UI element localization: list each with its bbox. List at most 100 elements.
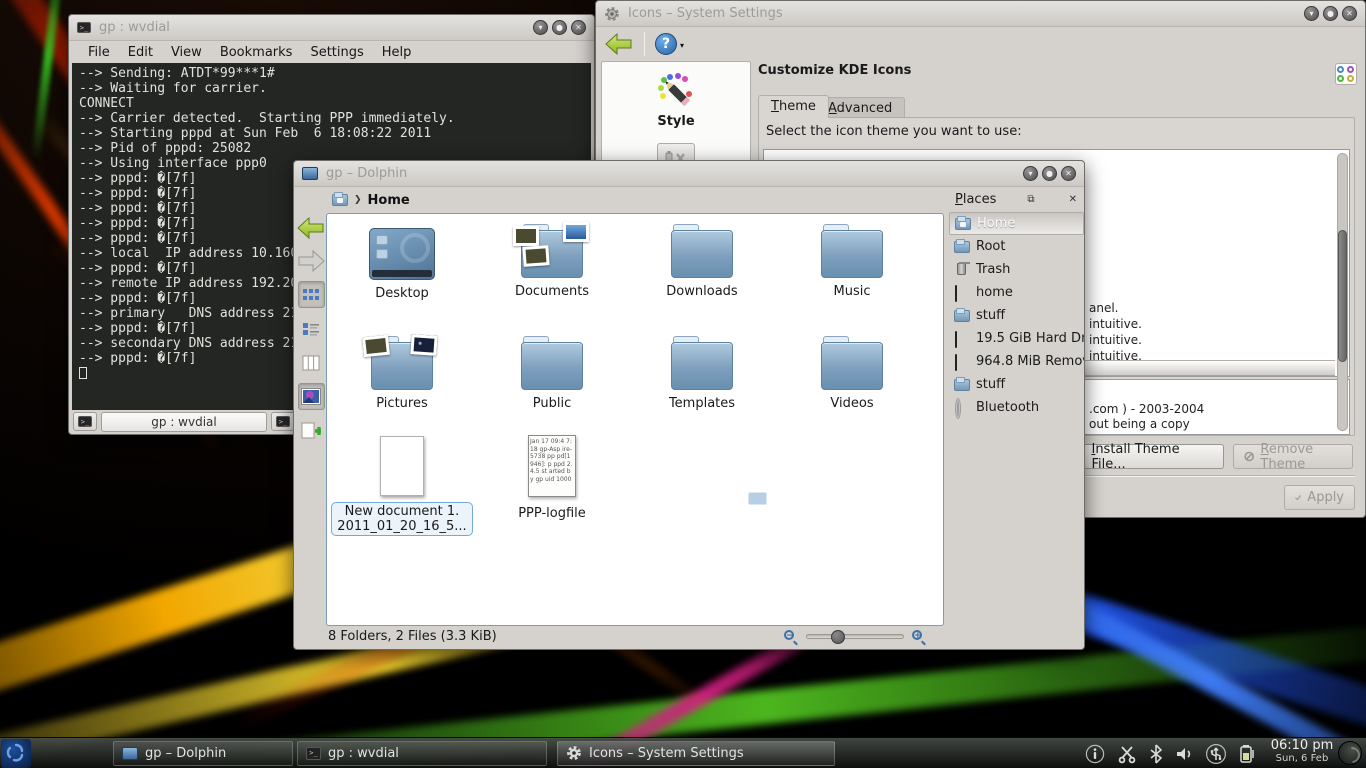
- split-tab-button[interactable]: >_: [271, 412, 295, 431]
- file-view[interactable]: Desktop Documents Downloads Music: [326, 213, 944, 626]
- float-panel-icon[interactable]: ⧉: [1024, 194, 1037, 205]
- dolphin-title: gp – Dolphin: [326, 166, 407, 181]
- folder-item-downloads[interactable]: Downloads: [627, 220, 777, 328]
- settings-titlebar[interactable]: Icons – System Settings ▾ ● ✕: [596, 1, 1365, 27]
- columns-view-button[interactable]: [298, 349, 325, 376]
- taskbar: gp – Dolphin >_ gp : wvdial Icons – Syst…: [0, 737, 1366, 768]
- zoom-out-icon[interactable]: −: [784, 630, 798, 644]
- task-system-settings[interactable]: Icons – System Settings: [557, 741, 835, 766]
- place-home-partition[interactable]: home: [949, 281, 1084, 304]
- close-panel-icon[interactable]: ✕: [1066, 194, 1080, 205]
- clipboard-scissors-icon[interactable]: [1117, 744, 1137, 764]
- settings-title: Icons – System Settings: [628, 6, 783, 21]
- theme-list-scrollbar[interactable]: [1337, 153, 1348, 431]
- new-tab-button[interactable]: >_: [73, 412, 97, 431]
- place-hard-drive[interactable]: 19.5 GiB Hard Drive: [949, 327, 1084, 350]
- place-root[interactable]: Root: [949, 235, 1084, 258]
- minimize-button[interactable]: ▾: [1023, 166, 1038, 181]
- icons-view-icon: [302, 287, 320, 303]
- folder-item-pictures[interactable]: Pictures: [327, 332, 477, 440]
- place-trash[interactable]: Trash: [949, 258, 1084, 281]
- folder-icon: [671, 342, 733, 390]
- close-button[interactable]: ✕: [571, 20, 586, 35]
- clock[interactable]: 06:10 pm Sun, 6 Feb: [1270, 739, 1334, 764]
- menu-view[interactable]: View: [162, 44, 211, 61]
- minimize-button[interactable]: ▾: [533, 20, 548, 35]
- place-bluetooth[interactable]: Bluetooth: [949, 396, 1084, 419]
- text-preview-icon: Jan 17 09:4 7:18 gp-Asp ire-5738 pp pd[1…: [528, 435, 576, 497]
- hard-drive-icon: [955, 331, 957, 348]
- battery-icon[interactable]: [1239, 744, 1255, 764]
- back-button[interactable]: [604, 32, 634, 56]
- overview-button[interactable]: [1335, 63, 1357, 85]
- dolphin-toolbar: [296, 215, 326, 444]
- remove-theme-button[interactable]: Remove Theme: [1233, 444, 1353, 469]
- folder-icon: [954, 241, 970, 253]
- bluetooth-icon[interactable]: [1149, 744, 1163, 764]
- panel-cashew-button[interactable]: [1338, 741, 1362, 765]
- apply-button[interactable]: Apply: [1284, 485, 1355, 510]
- maximize-button[interactable]: ●: [1323, 6, 1338, 21]
- place-removable[interactable]: 964.8 MiB Remov...: [949, 350, 1084, 373]
- menu-settings[interactable]: Settings: [301, 44, 372, 61]
- close-button[interactable]: ✕: [1342, 6, 1357, 21]
- menu-file[interactable]: File: [79, 44, 119, 61]
- folder-icon: [821, 342, 883, 390]
- zoom-in-icon[interactable]: +: [912, 630, 926, 644]
- task-dolphin[interactable]: gp – Dolphin: [113, 741, 293, 766]
- place-stuff[interactable]: stuff: [949, 304, 1084, 327]
- help-button[interactable]: ?▾: [655, 33, 677, 55]
- usb-device-icon[interactable]: [1205, 743, 1227, 765]
- folder-item-templates[interactable]: Templates: [627, 332, 777, 440]
- file-item-ppp-logfile[interactable]: Jan 17 09:4 7:18 gp-Asp ire-5738 pp pd[1…: [477, 432, 627, 552]
- task-wvdial[interactable]: >_ gp : wvdial: [297, 741, 547, 766]
- tab-theme[interactable]: Theme: [758, 95, 829, 118]
- folder-item-public[interactable]: Public: [477, 332, 627, 440]
- documents-folder-icon: [521, 230, 583, 278]
- terminal-tab[interactable]: gp : wvdial: [101, 412, 267, 432]
- place-stuff2[interactable]: stuff: [949, 373, 1084, 396]
- terminal-titlebar[interactable]: >_ gp : wvdial ▾ ● ✕: [69, 15, 594, 41]
- menu-help[interactable]: Help: [373, 44, 421, 61]
- theme-list-item[interactable]: intuitive.: [1089, 317, 1142, 331]
- volume-icon[interactable]: [1175, 745, 1193, 763]
- folder-item-videos[interactable]: Videos: [777, 332, 927, 440]
- folder-icon: [954, 310, 970, 322]
- terminal-icon: >_: [77, 22, 91, 33]
- split-view-button[interactable]: [298, 417, 325, 444]
- back-button[interactable]: [296, 215, 326, 241]
- theme-list-item[interactable]: anel.: [1089, 301, 1119, 315]
- theme-list-item[interactable]: intuitive.: [1089, 333, 1142, 347]
- status-text: 8 Folders, 2 Files (3.3 KiB): [328, 629, 497, 644]
- menu-bookmarks[interactable]: Bookmarks: [211, 44, 302, 61]
- preview-button[interactable]: [298, 383, 325, 410]
- breadcrumb-home[interactable]: Home: [368, 193, 410, 208]
- minimize-button[interactable]: ▾: [1304, 6, 1319, 21]
- folder-item-documents[interactable]: Documents: [477, 220, 627, 328]
- style-item[interactable]: Style: [602, 62, 750, 129]
- terminal-icon: >_: [306, 747, 321, 760]
- folder-item-music[interactable]: Music: [777, 220, 927, 328]
- system-tray: [1085, 738, 1255, 769]
- forward-button[interactable]: [296, 248, 326, 274]
- close-button[interactable]: ✕: [1061, 166, 1076, 181]
- app-launcher-button[interactable]: [1, 739, 31, 768]
- dolphin-titlebar[interactable]: gp – Dolphin ▾ ● ✕: [294, 161, 1084, 187]
- maximize-button[interactable]: ●: [552, 20, 567, 35]
- scrollbar-thumb[interactable]: [1338, 230, 1347, 362]
- maximize-button[interactable]: ●: [1042, 166, 1057, 181]
- menu-edit[interactable]: Edit: [119, 44, 162, 61]
- folder-item-desktop[interactable]: Desktop: [327, 220, 477, 328]
- info-tray-icon[interactable]: [1085, 744, 1105, 764]
- file-item-new-document[interactable]: New document 1.2011_01_20_16_5...: [327, 432, 477, 552]
- slider-thumb[interactable]: [831, 630, 845, 644]
- terminal-icon: >_: [78, 416, 92, 427]
- icons-view-button[interactable]: [298, 281, 325, 308]
- place-home[interactable]: Home: [949, 212, 1084, 235]
- check-icon: [1295, 492, 1301, 503]
- home-folder-icon[interactable]: [332, 194, 348, 206]
- install-theme-button[interactable]: Install Theme File...: [1061, 444, 1224, 469]
- folder-icon: [521, 342, 583, 390]
- details-view-button[interactable]: [298, 315, 325, 342]
- zoom-slider[interactable]: [806, 634, 904, 639]
